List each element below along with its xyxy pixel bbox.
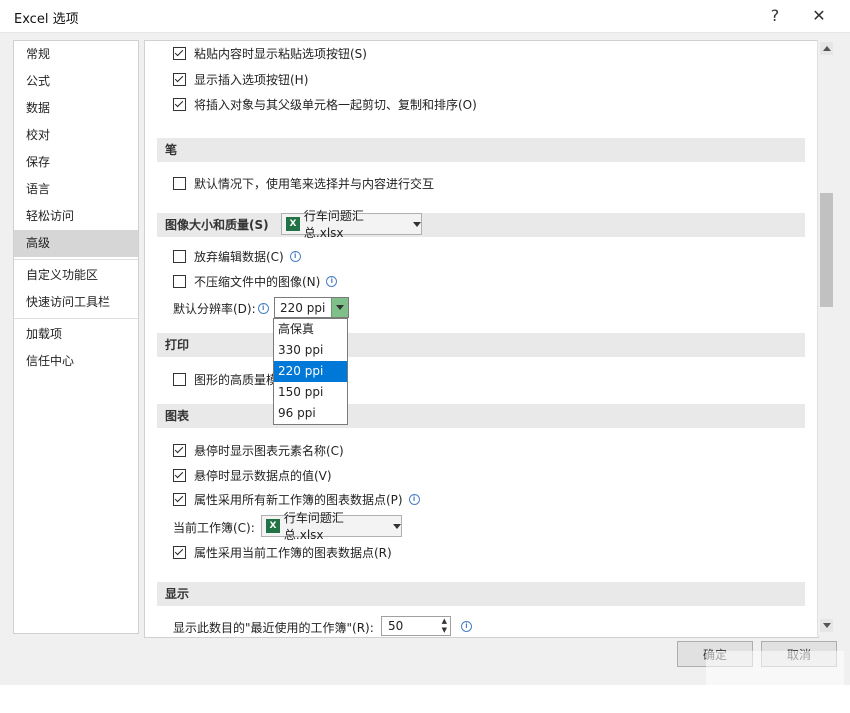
resolution-label: 默认分辨率(D):	[173, 301, 256, 316]
resolution-option[interactable]: 330 ppi	[274, 340, 347, 361]
recent-workbooks-label: 显示此数目的"最近使用的工作簿"(R):	[173, 620, 374, 635]
current-workbook-value: 行车问题汇总.xlsx	[283, 511, 344, 542]
discard-edit-label: 放弃编辑数据(C)	[194, 249, 284, 264]
dropdown-toggle-button[interactable]	[331, 298, 348, 317]
chevron-down-icon	[393, 523, 401, 529]
hq-graphics-label: 图形的高质量模	[194, 372, 279, 387]
all-workbooks-label: 属性采用所有新工作簿的图表数据点(P)	[194, 492, 403, 507]
pen-section-header: 笔	[157, 138, 805, 162]
recent-workbooks-spinner[interactable]: 50 ▲ ▼	[381, 616, 451, 636]
default-pen-row[interactable]: 默认情况下，使用笔来选择并与内容进行交互	[173, 172, 434, 194]
sidebar-divider	[14, 318, 138, 319]
resolution-option-selected[interactable]: 220 ppi	[274, 361, 347, 382]
sidebar-item-language[interactable]: 语言	[14, 176, 138, 203]
discard-edit-checkbox[interactable]	[173, 249, 186, 263]
help-button[interactable]: ?	[762, 6, 788, 26]
excel-file-icon: X	[286, 217, 300, 231]
scroll-up-icon[interactable]	[820, 42, 833, 55]
watermark-overlay	[706, 651, 844, 713]
sidebar-item-save[interactable]: 保存	[14, 149, 138, 176]
sidebar-item-quick-access-toolbar[interactable]: 快速访问工具栏	[14, 289, 138, 316]
current-workbook-dropdown[interactable]: X 行车问题汇总.xlsx	[261, 511, 402, 542]
paste-options-row[interactable]: 粘贴内容时显示粘贴选项按钮(S)	[173, 42, 367, 64]
info-icon: i	[326, 275, 338, 287]
all-workbooks-row[interactable]: 属性采用所有新工作簿的图表数据点(P) i	[173, 488, 420, 510]
info-icon: i	[461, 621, 472, 632]
sidebar-item-proofing[interactable]: 校对	[14, 122, 138, 149]
all-workbooks-checkbox[interactable]	[173, 492, 186, 506]
cut-sort-checkbox[interactable]	[173, 97, 186, 111]
sidebar-item-data[interactable]: 数据	[14, 95, 138, 122]
title-bar: Excel 选项 ? ✕	[0, 0, 850, 33]
sidebar-item-general[interactable]: 常规	[14, 41, 138, 68]
resolution-options-list: 高保真 330 ppi 220 ppi 150 ppi 96 ppi	[273, 318, 348, 425]
chevron-down-icon	[413, 221, 421, 227]
sidebar-item-advanced[interactable]: 高级	[14, 230, 138, 257]
default-pen-label: 默认情况下，使用笔来选择并与内容进行交互	[194, 176, 435, 191]
hover-values-label: 悬停时显示数据点的值(V)	[194, 468, 332, 483]
insert-options-row[interactable]: 显示插入选项按钮(H)	[173, 68, 308, 90]
current-props-checkbox[interactable]	[173, 545, 186, 559]
close-button[interactable]: ✕	[806, 6, 832, 26]
discard-edit-row[interactable]: 放弃编辑数据(C) i	[173, 245, 301, 267]
current-workbook-row: 当前工作簿(C):	[173, 516, 255, 538]
hq-graphics-checkbox[interactable]	[173, 372, 186, 386]
no-compress-checkbox[interactable]	[173, 274, 186, 288]
spinner-arrows-icon[interactable]: ▲ ▼	[442, 617, 447, 635]
no-compress-row[interactable]: 不压缩文件中的图像(N) i	[173, 270, 338, 292]
resolution-row: 默认分辨率(D): i	[173, 297, 269, 319]
default-pen-checkbox[interactable]	[173, 176, 186, 190]
recent-workbooks-row: 显示此数目的"最近使用的工作簿"(R):	[173, 616, 374, 637]
sidebar-item-formulas[interactable]: 公式	[14, 68, 138, 95]
resolution-value: 220 ppi	[280, 301, 326, 315]
current-workbook-label: 当前工作簿(C):	[173, 520, 255, 535]
window-title: Excel 选项	[14, 12, 79, 27]
hover-names-row[interactable]: 悬停时显示图表元素名称(C)	[173, 439, 344, 461]
cut-sort-label: 将插入对象与其父级单元格一起剪切、复制和排序(O)	[194, 97, 477, 112]
resolution-option[interactable]: 高保真	[274, 319, 347, 340]
info-icon: i	[408, 493, 420, 505]
paste-options-checkbox[interactable]	[173, 46, 186, 60]
insert-options-label: 显示插入选项按钮(H)	[194, 72, 309, 87]
category-sidebar: 常规 公式 数据 校对 保存 语言 轻松访问 高级 自定义功能区 快速访问工具栏…	[13, 40, 139, 634]
insert-options-checkbox[interactable]	[173, 72, 186, 86]
current-props-label: 属性采用当前工作簿的图表数据点(R)	[194, 545, 392, 560]
paste-options-label: 粘贴内容时显示粘贴选项按钮(S)	[194, 46, 367, 61]
hover-names-checkbox[interactable]	[173, 443, 186, 457]
sidebar-item-trust-center[interactable]: 信任中心	[14, 348, 138, 375]
hover-values-row[interactable]: 悬停时显示数据点的值(V)	[173, 464, 332, 486]
resolution-option[interactable]: 96 ppi	[274, 403, 347, 424]
vertical-scrollbar[interactable]	[817, 40, 835, 636]
info-icon: i	[289, 250, 301, 262]
info-icon: i	[257, 302, 269, 314]
scroll-down-icon[interactable]	[820, 619, 833, 632]
display-section-header: 显示	[157, 582, 805, 606]
image-workbook-value: 行车问题汇总.xlsx	[303, 209, 364, 240]
print-section-header: 打印	[157, 333, 805, 357]
sidebar-item-customize-ribbon[interactable]: 自定义功能区	[14, 262, 138, 289]
resolution-select[interactable]: 220 ppi	[274, 297, 349, 318]
image-workbook-dropdown[interactable]: X 行车问题汇总.xlsx	[281, 209, 422, 240]
chevron-down-icon	[336, 305, 344, 310]
sidebar-item-accessibility[interactable]: 轻松访问	[14, 203, 138, 230]
image-section-title: 图像大小和质量(S)	[165, 218, 269, 232]
no-compress-label: 不压缩文件中的图像(N)	[194, 274, 321, 289]
advanced-options-panel: 粘贴内容时显示粘贴选项按钮(S) 显示插入选项按钮(H) 将插入对象与其父级单元…	[144, 40, 819, 638]
resolution-option[interactable]: 150 ppi	[274, 382, 347, 403]
recent-workbooks-value: 50	[388, 619, 404, 633]
excel-file-icon: X	[266, 519, 280, 533]
image-section-header: 图像大小和质量(S)	[157, 213, 805, 237]
sidebar-divider	[14, 259, 138, 260]
current-props-row[interactable]: 属性采用当前工作簿的图表数据点(R)	[173, 541, 392, 563]
sidebar-item-add-ins[interactable]: 加载项	[14, 321, 138, 348]
chart-section-header: 图表	[157, 404, 805, 428]
scrollbar-thumb[interactable]	[820, 193, 833, 307]
hq-graphics-row[interactable]: 图形的高质量模	[173, 368, 278, 390]
hover-values-checkbox[interactable]	[173, 468, 186, 482]
cut-sort-row[interactable]: 将插入对象与其父级单元格一起剪切、复制和排序(O)	[173, 93, 477, 115]
hover-names-label: 悬停时显示图表元素名称(C)	[194, 443, 344, 458]
options-dialog: 常规 公式 数据 校对 保存 语言 轻松访问 高级 自定义功能区 快速访问工具栏…	[0, 33, 850, 713]
